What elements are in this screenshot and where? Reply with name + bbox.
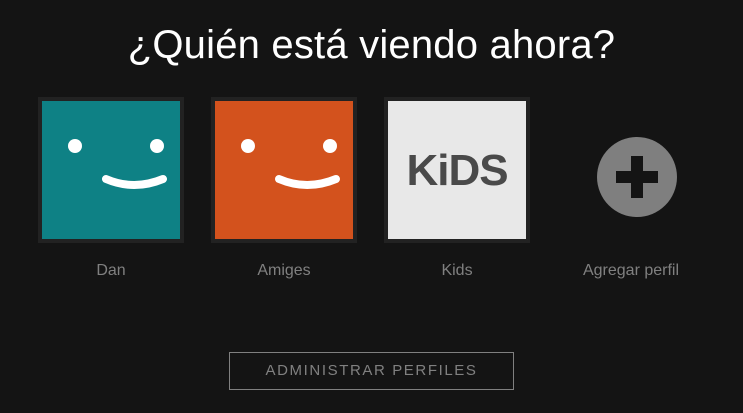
- profile-kids[interactable]: KiDS Kids: [382, 97, 532, 281]
- manage-profiles-button[interactable]: ADMINISTRAR PERFILES: [229, 352, 514, 390]
- smiley-face-icon: [68, 139, 167, 189]
- profile-label-amiges: Amiges: [257, 262, 311, 279]
- svg-text:KiDS: KiDS: [406, 146, 507, 195]
- profile-avatar-dan[interactable]: [38, 97, 184, 243]
- page-title: ¿Quién está viendo ahora?: [127, 23, 616, 67]
- add-profile[interactable]: Agregar perfil: [556, 97, 706, 281]
- profile-dan[interactable]: Dan: [36, 97, 186, 281]
- profile-avatar-kids[interactable]: KiDS: [384, 97, 530, 243]
- profile-selection-page: ¿Quién está viendo ahora? Dan Amiges KiD…: [0, 0, 743, 413]
- plus-circle-icon: [597, 137, 677, 217]
- profile-label-dan: Dan: [96, 262, 126, 279]
- profile-avatar-amiges[interactable]: [211, 97, 357, 243]
- profile-amiges[interactable]: Amiges: [209, 97, 359, 281]
- profile-label-kids: Kids: [441, 262, 473, 279]
- smiley-face-icon: [241, 139, 340, 189]
- add-profile-tile[interactable]: [558, 97, 704, 243]
- profile-label-add: Agregar perfil: [582, 262, 680, 279]
- kids-logo: KiDS: [406, 146, 508, 195]
